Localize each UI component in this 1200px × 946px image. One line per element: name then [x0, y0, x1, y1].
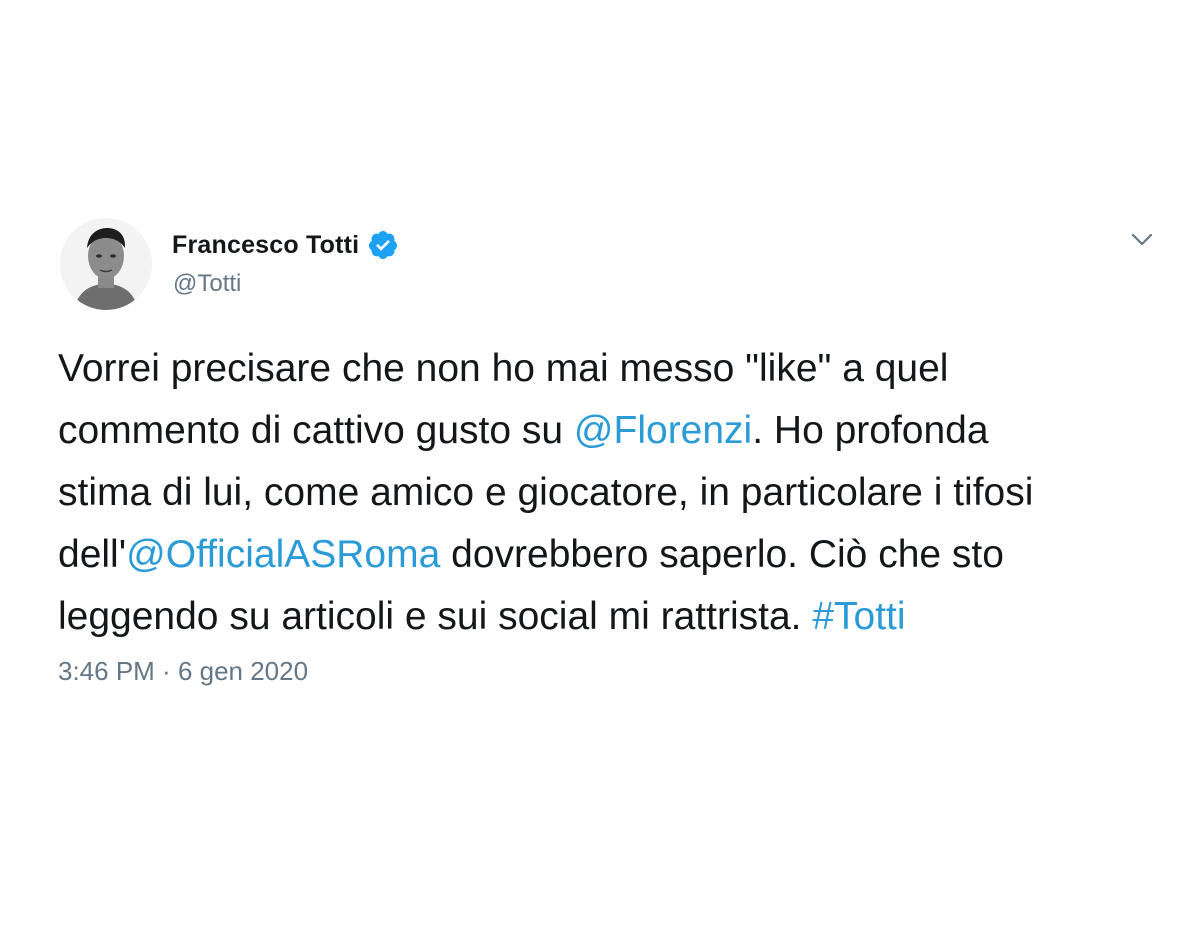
tweet-text-segment: stima di lui, come amico e giocatore, in… — [58, 471, 1034, 514]
verified-badge-icon — [369, 231, 398, 259]
avatar-portrait-icon — [60, 218, 152, 310]
tweet-text: Vorrei precisare che non ho mai messo "l… — [58, 338, 1158, 648]
avatar[interactable] — [60, 218, 152, 310]
author-display-name[interactable]: Francesco Totti — [172, 231, 359, 260]
author-handle[interactable]: @Totti — [173, 270, 241, 298]
chevron-down-icon[interactable] — [1130, 232, 1154, 248]
author-name-row: Francesco Totti — [172, 228, 399, 262]
tweet-text-segment: dell' — [58, 533, 127, 576]
tweet-text-segment: . Ho profonda — [752, 409, 989, 452]
tweet-timestamp[interactable]: 3:46 PM · 6 gen 2020 — [58, 656, 308, 687]
tweet-text-line: leggendo su articoli e sui social mi rat… — [58, 586, 1158, 648]
tweet-text-line: Vorrei precisare che non ho mai messo "l… — [58, 338, 1158, 400]
timestamp-separator: · — [154, 656, 178, 686]
mention-link-officialasroma[interactable]: @OfficialASRoma — [126, 533, 440, 576]
tweet-text-segment: commento di cattivo gusto su — [58, 409, 574, 452]
tweet-text-segment: Vorrei precisare che non ho mai messo "l… — [58, 347, 949, 390]
tweet-date: 6 gen 2020 — [177, 656, 309, 686]
hashtag-link-totti[interactable]: #Totti — [812, 595, 905, 638]
tweet-text-segment: dovrebbero saperlo. Ciò che sto — [440, 533, 1004, 576]
tweet-text-line: dell'@OfficialASRoma dovrebbero saperlo.… — [58, 524, 1158, 586]
tweet-time: 3:46 PM — [58, 656, 155, 686]
tweet-text-segment: leggendo su articoli e sui social mi rat… — [58, 595, 813, 638]
tweet-text-line: commento di cattivo gusto su @Florenzi. … — [58, 400, 1158, 462]
tweet-card: Francesco Totti @Totti Vorrei precisare … — [0, 0, 1200, 946]
tweet-text-line: stima di lui, come amico e giocatore, in… — [58, 462, 1158, 524]
mention-link-florenzi[interactable]: @Florenzi — [574, 409, 752, 452]
